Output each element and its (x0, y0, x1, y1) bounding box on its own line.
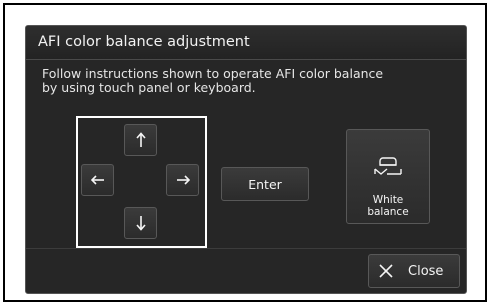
arrow-down-icon (135, 216, 146, 231)
arrow-left-icon (90, 175, 104, 185)
enter-button[interactable]: Enter (221, 167, 309, 201)
arrow-left-button[interactable] (81, 164, 114, 196)
dialog-title: AFI color balance adjustment (38, 34, 250, 50)
instructions-text: Follow instructions shown to operate AFI… (42, 66, 384, 95)
arrow-right-icon (176, 175, 190, 185)
close-label: Close (408, 263, 444, 279)
close-icon (379, 264, 393, 278)
afi-color-balance-dialog: AFI color balance adjustment Follow inst… (25, 25, 467, 294)
white-balance-icon (374, 157, 402, 175)
arrow-right-button[interactable] (166, 164, 199, 196)
enter-label: Enter (248, 176, 282, 192)
title-bar: AFI color balance adjustment (26, 26, 466, 60)
white-balance-button[interactable]: White balance (346, 129, 430, 224)
footer-divider (26, 248, 466, 249)
arrow-up-button[interactable] (124, 124, 157, 156)
arrow-up-icon (135, 132, 146, 147)
arrow-down-button[interactable] (124, 207, 157, 239)
close-button[interactable]: Close (368, 254, 460, 288)
white-balance-label: White balance (367, 194, 409, 218)
